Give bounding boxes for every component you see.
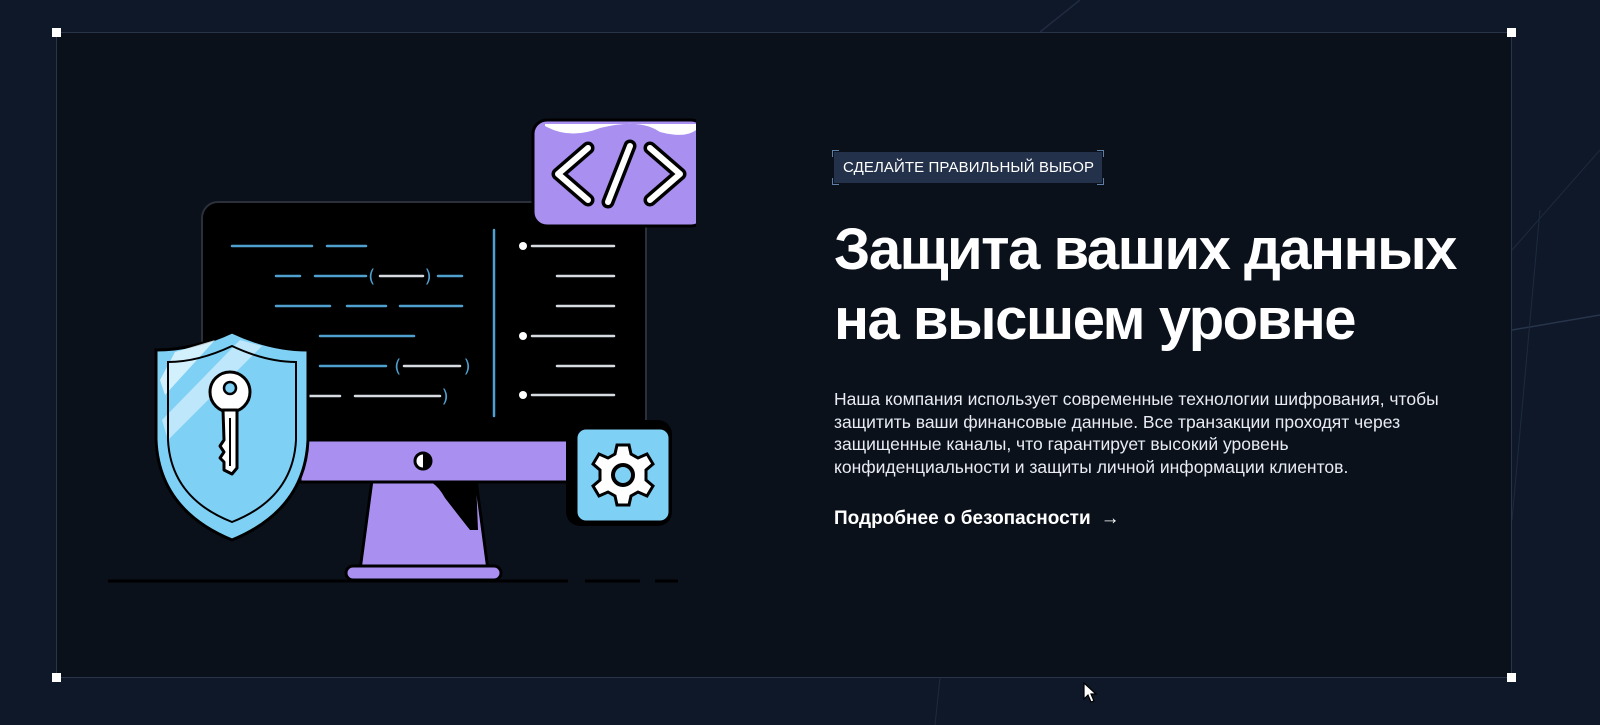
badge-corner <box>1097 178 1105 185</box>
section-badge: СДЕЛАЙТЕ ПРАВИЛЬНЫЙ ВЫБОР <box>832 150 1105 185</box>
resize-handle-top-right[interactable] <box>1507 28 1516 37</box>
arrow-right-icon: → <box>1100 508 1120 529</box>
resize-handle-bottom-left[interactable] <box>52 673 61 682</box>
security-illustration: ( ) ( ) ) <box>108 118 696 583</box>
svg-text:): ) <box>462 356 473 377</box>
section-description: Наша компания использует современные тех… <box>834 389 1439 477</box>
svg-text:): ) <box>423 266 434 287</box>
badge-label: СДЕЛАЙТЕ ПРАВИЛЬНЫЙ ВЫБОР <box>843 159 1095 176</box>
shield-key-icon <box>154 330 310 542</box>
svg-text:): ) <box>440 386 451 407</box>
svg-text:(: ( <box>366 266 377 287</box>
badge-corner <box>832 178 839 185</box>
badge-corner <box>1097 150 1105 157</box>
badge-corner <box>832 150 839 157</box>
mouse-cursor-icon <box>1083 682 1098 703</box>
title-line-2: на высшем уровне <box>834 287 1357 352</box>
code-tag-icon <box>531 118 696 228</box>
learn-more-label: Подробнее о безопасности <box>834 508 1091 529</box>
resize-handle-top-left[interactable] <box>52 28 61 37</box>
title-line-1: Защита ваших данных <box>834 217 1457 282</box>
svg-text:(: ( <box>392 356 403 377</box>
learn-more-link[interactable]: Подробнее о безопасности → <box>834 508 1120 530</box>
resize-handle-bottom-right[interactable] <box>1507 673 1516 682</box>
security-content: СДЕЛАЙТЕ ПРАВИЛЬНЫЙ ВЫБОР Защита ваших д… <box>832 150 1474 530</box>
section-title: Защита ваших данных на высшем уровне <box>834 215 1474 355</box>
gear-icon <box>566 420 672 526</box>
